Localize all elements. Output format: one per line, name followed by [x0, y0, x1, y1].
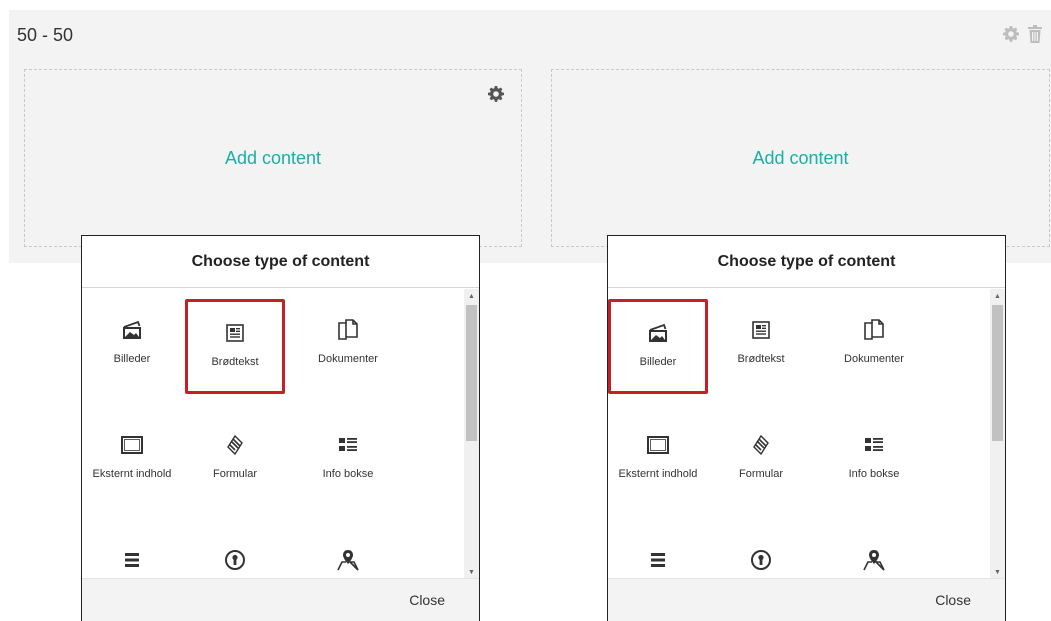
map-icon	[863, 549, 885, 571]
text-icon	[226, 322, 244, 344]
scroll-up-arrow-icon[interactable]: ▲	[464, 289, 479, 303]
content-type-label: Info bokse	[848, 468, 900, 480]
content-type-formular[interactable]: Formular	[711, 414, 811, 509]
content-type-eksternt-indhold[interactable]: Eksternt indhold	[82, 414, 182, 509]
column-left: Add content	[24, 69, 522, 247]
scrollbar-thumb[interactable]	[466, 305, 477, 441]
add-content-link[interactable]: Add content	[25, 148, 521, 169]
scrollbar-thumb[interactable]	[992, 305, 1003, 441]
text-icon	[752, 319, 770, 341]
scroll-down-arrow-icon[interactable]: ▼	[464, 565, 479, 579]
login-icon	[750, 549, 772, 571]
content-type-label: Formular	[212, 468, 257, 480]
column-right: Add content	[551, 69, 1050, 247]
content-type-map[interactable]: Map	[298, 529, 398, 579]
content-type-info-bokse[interactable]: Info bokse	[824, 414, 924, 509]
images-icon	[121, 319, 143, 341]
close-button[interactable]: Close	[935, 592, 971, 608]
link-boxes-icon	[124, 549, 140, 571]
content-type-label: Eksternt indhold	[618, 468, 698, 480]
documents-icon	[863, 319, 885, 341]
dialog-footer: Close	[608, 578, 1005, 621]
content-type-grid: Billeder Brødtekst Dokumenter Eksternt indh…	[82, 289, 465, 579]
scrollbar[interactable]: ▲ ▼	[464, 289, 479, 579]
content-type-dialog: Choose type of content Billeder Brødtekst D…	[81, 235, 480, 621]
content-type-label: Info bokse	[322, 468, 374, 480]
content-type-grid: Billeder Brødtekst Dokumenter Eksternt indh…	[608, 289, 991, 579]
info-boxes-icon	[338, 434, 358, 456]
content-type-dokumenter[interactable]: Dokumenter	[298, 299, 398, 394]
content-type-brodtekst[interactable]: Brødtekst	[711, 299, 811, 394]
section-title: 50 - 50	[17, 25, 74, 45]
dialog-title: Choose type of content	[608, 236, 1005, 288]
trash-icon[interactable]	[1026, 25, 1044, 43]
content-type-label: Billeder	[639, 356, 677, 368]
scroll-down-arrow-icon[interactable]: ▼	[990, 565, 1005, 579]
content-type-formular[interactable]: Formular	[185, 414, 285, 509]
add-content-link[interactable]: Add content	[552, 148, 1049, 169]
dialog-footer: Close	[82, 578, 479, 621]
form-icon	[752, 434, 770, 456]
gear-icon[interactable]	[1002, 25, 1020, 43]
content-type-link-bokse[interactable]: Link bokse	[608, 529, 708, 579]
content-type-link-bokse[interactable]: Link bokse	[82, 529, 182, 579]
documents-icon	[337, 319, 359, 341]
content-type-label: Brødtekst	[211, 356, 259, 368]
page: 50 - 50 Add content Add content Choose t…	[0, 0, 1051, 621]
dialog-title: Choose type of content	[82, 236, 479, 288]
content-type-dokumenter[interactable]: Dokumenter	[824, 299, 924, 394]
map-icon	[337, 549, 359, 571]
form-icon	[226, 434, 244, 456]
content-type-login-form[interactable]: Login form	[711, 529, 811, 579]
content-type-label: Dokumenter	[844, 353, 904, 365]
scroll-up-arrow-icon[interactable]: ▲	[990, 289, 1005, 303]
external-icon	[121, 434, 143, 456]
content-type-info-bokse[interactable]: Info bokse	[298, 414, 398, 509]
link-boxes-icon	[650, 549, 666, 571]
content-type-brodtekst[interactable]: Brødtekst	[185, 299, 285, 394]
content-type-label: Dokumenter	[318, 353, 378, 365]
content-type-label: Formular	[738, 468, 783, 480]
content-type-billeder[interactable]: Billeder	[608, 299, 708, 394]
content-type-label: Eksternt indhold	[92, 468, 172, 480]
content-type-billeder[interactable]: Billeder	[82, 299, 182, 394]
content-type-login-form[interactable]: Login form	[185, 529, 285, 579]
scrollbar[interactable]: ▲ ▼	[990, 289, 1005, 579]
images-icon	[647, 322, 669, 344]
external-icon	[647, 434, 669, 456]
section-tools	[1002, 25, 1044, 43]
content-type-dialog: Choose type of content Billeder Brødtekst D…	[607, 235, 1006, 621]
content-type-label: Brødtekst	[737, 353, 785, 365]
login-icon	[224, 549, 246, 571]
info-boxes-icon	[864, 434, 884, 456]
content-type-eksternt-indhold[interactable]: Eksternt indhold	[608, 414, 708, 509]
content-type-label: Billeder	[113, 353, 151, 365]
content-type-map[interactable]: Map	[824, 529, 924, 579]
gear-icon[interactable]	[488, 86, 504, 102]
close-button[interactable]: Close	[409, 592, 445, 608]
